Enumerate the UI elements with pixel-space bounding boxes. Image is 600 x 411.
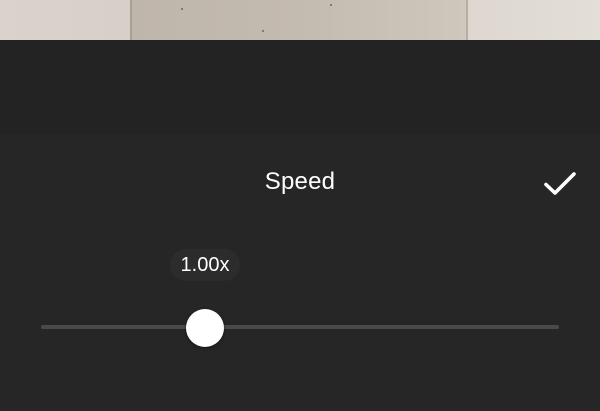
preview-texture [330,4,332,6]
preview-texture [181,8,183,10]
video-preview [0,0,600,40]
speed-slider-thumb[interactable] [186,309,224,347]
panel-title: Speed [264,168,336,195]
confirm-button[interactable] [540,164,580,204]
preview-frame-edge [466,0,468,40]
preview-texture [262,30,264,32]
speed-value-label: 1.00x [170,249,240,281]
checkmark-icon [544,172,576,195]
preview-area [0,40,600,134]
preview-frame-edge [130,0,132,40]
speed-slider-track[interactable] [41,325,559,329]
